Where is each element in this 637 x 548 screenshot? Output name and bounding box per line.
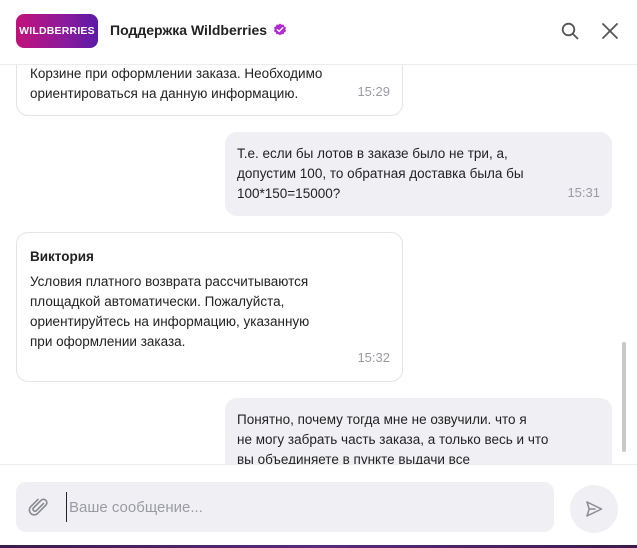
message-text: Условия платного возврата рассчитываются… xyxy=(30,274,310,349)
message-input-wrapper xyxy=(16,482,554,532)
message-outgoing: Т.е. если бы лотов в заказе было не три,… xyxy=(225,132,612,216)
message-time: 15:32 xyxy=(357,350,390,365)
message-time: 15:31 xyxy=(567,185,600,200)
message-list[interactable]: Корзине при оформлении заказа. Необходим… xyxy=(0,65,637,464)
verified-badge-icon xyxy=(273,23,287,37)
close-button[interactable] xyxy=(597,18,623,44)
message-text: Понятно, почему тогда мне не озвучили. ч… xyxy=(237,412,549,464)
search-icon xyxy=(561,22,579,40)
message-time: 15:29 xyxy=(357,84,390,99)
send-icon xyxy=(586,501,603,517)
chat-header: WILDBERRIES Поддержка Wildberries xyxy=(0,0,637,65)
support-chat-window: WILDBERRIES Поддержка Wildberries Корзин… xyxy=(0,0,637,548)
close-icon xyxy=(602,23,618,39)
paperclip-icon xyxy=(28,498,48,516)
message-incoming: Виктория Условия платного возврата рассч… xyxy=(16,232,403,382)
message-input[interactable] xyxy=(66,492,539,522)
message-author: Виктория xyxy=(30,249,94,264)
chat-title: Поддержка Wildberries xyxy=(110,22,287,38)
send-button[interactable] xyxy=(570,485,618,533)
search-button[interactable] xyxy=(557,18,583,44)
message-incoming: Корзине при оформлении заказа. Необходим… xyxy=(16,65,403,116)
chat-title-text: Поддержка Wildberries xyxy=(110,22,268,38)
message-text: Т.е. если бы лотов в заказе было не три,… xyxy=(237,146,524,201)
message-list-scrollbar[interactable] xyxy=(622,342,626,452)
attach-button[interactable] xyxy=(26,494,52,520)
message-composer xyxy=(0,464,637,548)
message-outgoing: Понятно, почему тогда мне не озвучили. ч… xyxy=(225,398,612,464)
wildberries-logo: WILDBERRIES xyxy=(16,14,98,48)
message-text: Корзине при оформлении заказа. Необходим… xyxy=(30,66,323,101)
